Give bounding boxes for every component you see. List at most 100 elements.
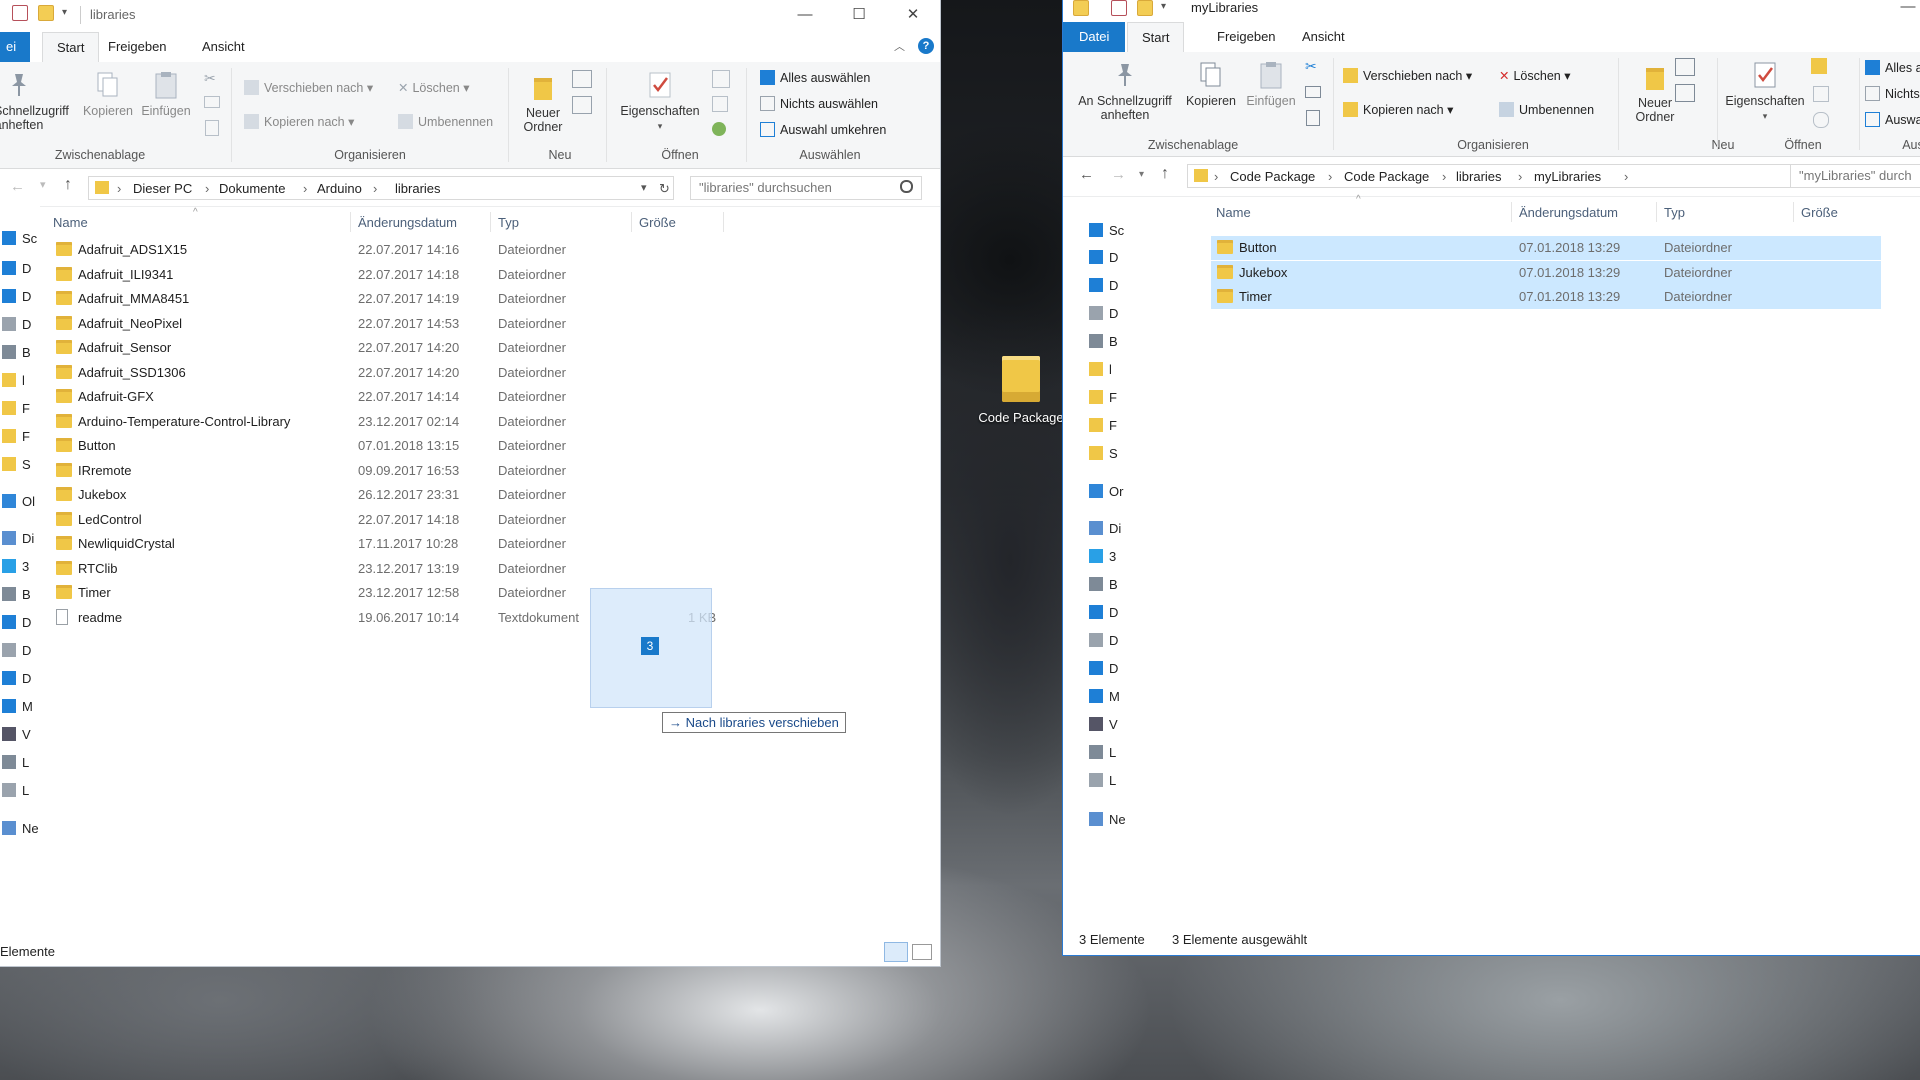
new-folder-button[interactable]: Neuer Ordner	[516, 72, 570, 134]
select-all-button[interactable]: Alles auswählen	[760, 70, 870, 85]
easy-access-icon[interactable]	[572, 96, 592, 114]
nav-item[interactable]: 3	[1087, 549, 1153, 569]
nav-item[interactable]: S	[0, 457, 42, 477]
breadcrumb-libraries[interactable]: libraries	[395, 181, 441, 196]
help-icon[interactable]: ?	[918, 38, 934, 54]
column-type[interactable]: Typ	[1664, 205, 1685, 220]
minimize-button[interactable]: —	[1885, 0, 1920, 22]
cut-icon[interactable]: ✂	[1305, 58, 1317, 75]
table-row-selected[interactable]: Timer07.01.2018 13:29Dateiordner	[1211, 285, 1881, 309]
nav-item[interactable]: Or	[1087, 484, 1153, 504]
table-row[interactable]: Adafruit_ILI934122.07.2017 14:18Dateiord…	[40, 263, 940, 287]
delete-button[interactable]: ✕Löschen ▾	[1499, 68, 1571, 83]
nav-item[interactable]: Ne	[1087, 812, 1153, 832]
table-row[interactable]: NewliquidCrystal17.11.2017 10:28Dateiord…	[40, 532, 940, 556]
back-button[interactable]: ←	[1079, 166, 1094, 183]
nav-item[interactable]: V	[0, 727, 42, 747]
move-to-button[interactable]: Verschieben nach ▾	[244, 80, 373, 95]
properties-quick-icon[interactable]	[12, 5, 28, 21]
tab-share[interactable]: Freigeben	[94, 32, 181, 62]
tab-start[interactable]: Start	[42, 32, 99, 63]
table-row[interactable]: Jukebox26.12.2017 23:31Dateiordner	[40, 483, 940, 507]
paste-shortcut-icon[interactable]	[205, 120, 219, 136]
table-row-selected[interactable]: Button07.01.2018 13:29Dateiordner	[1211, 236, 1881, 260]
address-bar[interactable]: › Dieser PC › Dokumente › Arduino › libr…	[88, 176, 674, 200]
properties-quick-icon[interactable]	[1111, 0, 1127, 16]
forward-button[interactable]: ▾	[40, 178, 46, 191]
history-icon[interactable]	[1813, 112, 1829, 128]
column-name[interactable]: Name	[1216, 205, 1251, 220]
table-row[interactable]: Adafruit_SSD130622.07.2017 14:20Dateiord…	[40, 361, 940, 385]
tab-share[interactable]: Freigeben	[1203, 22, 1290, 52]
nav-item[interactable]: D	[0, 289, 42, 309]
table-row[interactable]: Adafruit_ADS1X1522.07.2017 14:16Dateiord…	[40, 238, 940, 262]
maximize-button[interactable]: ☐	[836, 0, 882, 30]
tab-file[interactable]: Datei	[1063, 22, 1125, 52]
quick-access-dropdown-icon[interactable]: ▾	[1161, 1, 1166, 12]
nav-item[interactable]: M	[1087, 689, 1153, 709]
column-size[interactable]: Größe	[639, 215, 676, 230]
new-folder-quick-icon[interactable]	[38, 5, 54, 21]
breadcrumb-code-package-inner[interactable]: Code Package	[1344, 169, 1429, 184]
copy-to-button[interactable]: Kopieren nach ▾	[244, 114, 354, 129]
up-button[interactable]: ↑	[64, 176, 72, 194]
table-row[interactable]: Arduino-Temperature-Control-Library23.12…	[40, 410, 940, 434]
forward-button[interactable]: →	[1111, 166, 1126, 183]
large-icons-view-button[interactable]	[912, 944, 932, 960]
nav-item[interactable]: L	[1087, 745, 1153, 765]
new-item-icon[interactable]	[572, 70, 592, 88]
title-bar[interactable]: ▾ libraries — ☐ ✕	[0, 0, 940, 30]
nav-item[interactable]: L	[0, 755, 42, 775]
nav-item[interactable]: B	[1087, 577, 1153, 597]
nav-item[interactable]: B	[1087, 334, 1153, 354]
nav-item[interactable]: F	[0, 429, 42, 449]
edit-icon[interactable]	[712, 96, 728, 112]
copy-path-icon[interactable]	[1305, 86, 1321, 98]
up-button[interactable]: ↑	[1161, 165, 1169, 183]
nav-item[interactable]: D	[0, 261, 42, 281]
history-icon[interactable]	[712, 122, 726, 136]
nav-item[interactable]: B	[0, 587, 42, 607]
column-date[interactable]: Änderungsdatum	[358, 215, 457, 230]
close-button[interactable]: ✕	[890, 0, 936, 30]
refresh-icon[interactable]: ↻	[659, 181, 670, 197]
table-row[interactable]: readme19.06.2017 10:14Textdokument1 KB	[40, 606, 940, 630]
breadcrumb-libraries[interactable]: libraries	[1456, 169, 1502, 184]
nav-item[interactable]: D	[1087, 306, 1153, 326]
select-none-button[interactable]: Nichts auswählen	[760, 96, 878, 111]
breadcrumb-this-pc[interactable]: Dieser PC	[133, 181, 192, 196]
table-row[interactable]: LedControl22.07.2017 14:18Dateiordner	[40, 508, 940, 532]
nav-item[interactable]: D	[1087, 250, 1153, 270]
minimize-button[interactable]: —	[782, 0, 828, 30]
nav-item[interactable]: F	[1087, 418, 1153, 438]
nav-item[interactable]: D	[1087, 278, 1153, 298]
properties-button[interactable]: Eigenschaften▾	[612, 70, 708, 133]
select-none-button[interactable]: Nichts	[1865, 86, 1920, 101]
nav-item[interactable]: l	[0, 373, 42, 393]
new-folder-quick-icon[interactable]	[1137, 0, 1153, 16]
copy-to-button[interactable]: Kopieren nach ▾	[1343, 102, 1453, 117]
nav-item[interactable]: S	[1087, 446, 1153, 466]
nav-item[interactable]: D	[1087, 633, 1153, 653]
search-input[interactable]: "myLibraries" durch	[1790, 164, 1920, 188]
tab-view[interactable]: Ansicht	[1288, 22, 1359, 52]
back-button[interactable]: ←	[10, 178, 25, 195]
nav-item[interactable]: Sc	[0, 231, 42, 251]
table-row[interactable]: RTClib23.12.2017 13:19Dateiordner	[40, 557, 940, 581]
pin-quick-access-button[interactable]: Schnellzugriff anheften	[0, 70, 44, 132]
title-bar[interactable]: ▾ myLibraries —	[1063, 0, 1920, 22]
cut-icon[interactable]: ✂	[204, 70, 216, 87]
edit-icon[interactable]	[1813, 86, 1829, 102]
details-view-button[interactable]	[884, 942, 908, 962]
copy-button[interactable]: Kopieren	[1181, 60, 1241, 108]
properties-button[interactable]: Eigenschaften▾	[1717, 60, 1813, 123]
new-item-icon[interactable]	[1675, 58, 1695, 76]
pin-quick-access-button[interactable]: An Schnellzugriff anheften	[1069, 60, 1181, 122]
copy-button[interactable]: Kopieren	[80, 70, 136, 118]
tab-view[interactable]: Ansicht	[188, 32, 259, 62]
column-type[interactable]: Typ	[498, 215, 519, 230]
nav-item[interactable]: Sc	[1087, 223, 1153, 243]
table-row[interactable]: Button07.01.2018 13:15Dateiordner	[40, 434, 940, 458]
breadcrumb-code-package[interactable]: Code Package	[1230, 169, 1315, 184]
nav-item[interactable]: V	[1087, 717, 1153, 737]
